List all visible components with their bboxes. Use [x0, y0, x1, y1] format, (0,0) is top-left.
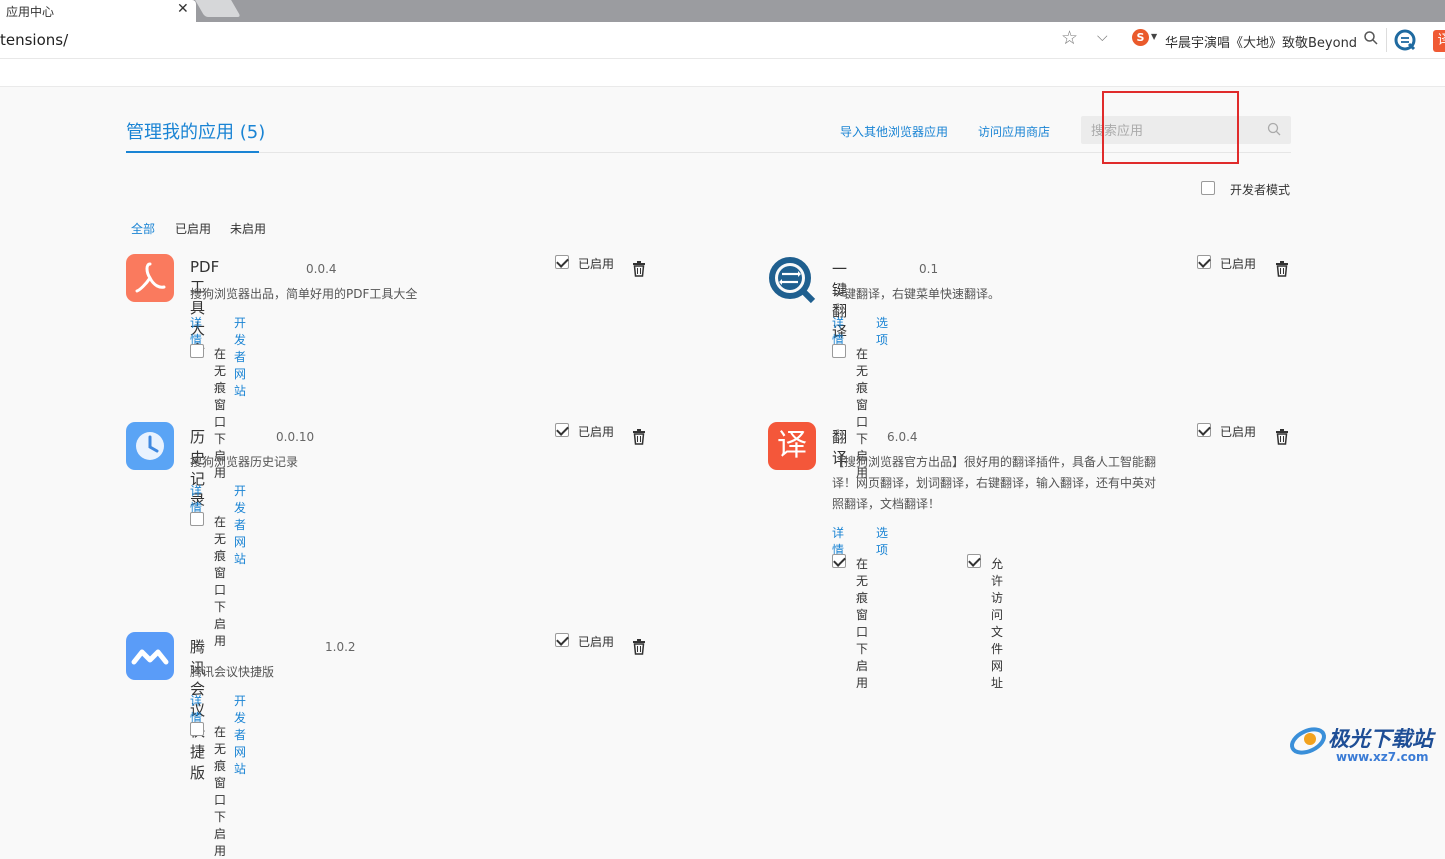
file-access-label: 允许访问文件网址 [991, 557, 1004, 690]
bookmark-bar [0, 59, 1445, 87]
file-access-checkbox[interactable] [967, 554, 981, 568]
close-tab-icon[interactable]: ✕ [177, 1, 189, 17]
watermark-url: www.xz7.com [1336, 750, 1429, 764]
quick-translate-toolbar-icon[interactable] [1394, 29, 1416, 51]
highlight-box [1102, 91, 1239, 164]
tab-title: 应用中心 [6, 5, 55, 19]
enabled-label: 已启用 [1220, 257, 1257, 271]
extension-version: 0.0.4 [306, 262, 337, 276]
enabled-checkbox[interactable] [1197, 255, 1211, 269]
details-link[interactable]: 详情 [190, 314, 202, 348]
translate-icon: 译 [768, 422, 816, 470]
trash-icon[interactable] [632, 261, 646, 277]
pdf-icon [126, 254, 174, 302]
developer-site-link[interactable]: 开发者网站 [234, 692, 246, 777]
extension-description: 腾讯会议快捷版 [190, 665, 275, 679]
enabled-label: 已启用 [578, 635, 615, 649]
incognito-label: 在无痕窗口下启用 [214, 725, 227, 858]
extension-description: 搜狗浏览器历史记录 [190, 455, 299, 469]
incognito-checkbox[interactable] [832, 554, 846, 568]
extension-version: 0.1 [919, 262, 939, 276]
watermark-logo-icon [1290, 727, 1326, 755]
sogou-search-engine-icon[interactable]: S [1132, 29, 1149, 46]
developer-mode-checkbox[interactable] [1201, 181, 1215, 195]
extension-description: 【搜狗浏览器官方出品】很好用的翻译插件，具备人工智能翻 译！网页翻译，划词翻译，… [832, 452, 1162, 515]
developer-site-link[interactable]: 开发者网站 [234, 314, 246, 399]
details-link[interactable]: 详情 [190, 692, 202, 726]
incognito-checkbox[interactable] [190, 512, 204, 526]
translate-extension-icon[interactable]: 译 [1433, 30, 1445, 52]
enabled-label: 已启用 [1220, 425, 1257, 439]
description-line: 译！网页翻译，划词翻译，右键翻译，输入翻译，还有中英对 [832, 476, 1157, 490]
search-icon[interactable] [1363, 30, 1379, 46]
extension-description: 搜狗浏览器出品，简单好用的PDF工具大全 [190, 287, 418, 301]
developer-mode-label: 开发者模式 [1230, 183, 1291, 197]
url-text[interactable]: tensions/ [0, 31, 68, 49]
details-link[interactable]: 详情 [190, 482, 202, 516]
engine-caret-icon[interactable]: ▼ [1151, 32, 1157, 41]
enabled-label: 已启用 [578, 425, 615, 439]
options-link[interactable]: 选项 [876, 314, 888, 348]
incognito-label: 在无痕窗口下启用 [856, 557, 869, 690]
bookmark-star-icon[interactable]: ☆ [1061, 27, 1078, 49]
search-icon[interactable] [1267, 122, 1281, 136]
incognito-checkbox[interactable] [190, 722, 204, 736]
title-underline [126, 151, 259, 153]
trash-icon[interactable] [1275, 261, 1289, 277]
enabled-checkbox[interactable] [1197, 423, 1211, 437]
extension-version: 6.0.4 [887, 430, 918, 444]
incognito-label: 在无痕窗口下启用 [214, 515, 227, 648]
enabled-checkbox[interactable] [555, 255, 569, 269]
enabled-checkbox[interactable] [555, 633, 569, 647]
incognito-checkbox[interactable] [190, 344, 204, 358]
toolbar-divider [1386, 28, 1387, 52]
filter-disabled[interactable]: 未启用 [230, 220, 266, 237]
import-browser-apps-link[interactable]: 导入其他浏览器应用 [840, 123, 948, 140]
tencent-meeting-icon [126, 632, 174, 680]
page-title: 管理我的应用 (5) [126, 122, 266, 143]
enabled-checkbox[interactable] [555, 423, 569, 437]
description-line: 照翻译，文档翻译！ [832, 497, 941, 511]
address-bar: tensions/ ☆ ⌵ S ▼ 华晨宇演唱《大地》致敬Beyond 译 [0, 22, 1445, 59]
active-tab[interactable]: 应用中心 ✕ [0, 0, 196, 22]
clock-icon [126, 422, 174, 470]
incognito-checkbox[interactable] [832, 344, 846, 358]
details-link[interactable]: 详情 [832, 524, 844, 558]
watermark-title: 极光下载站 [1328, 727, 1433, 751]
enabled-label: 已启用 [578, 257, 615, 271]
options-link[interactable]: 选项 [876, 524, 888, 558]
trash-icon[interactable] [632, 639, 646, 655]
trash-icon[interactable] [1275, 429, 1289, 445]
description-line: 【搜狗浏览器官方出品】很好用的翻译插件，具备人工智能翻 [832, 455, 1157, 469]
extension-description: 一键翻译，右键菜单快速翻译。 [832, 287, 1001, 301]
hot-search-text[interactable]: 华晨宇演唱《大地》致敬Beyond [1165, 32, 1357, 51]
quick-translate-icon [769, 257, 816, 304]
extension-version: 0.0.10 [276, 430, 315, 444]
trash-icon[interactable] [632, 429, 646, 445]
details-link[interactable]: 详情 [832, 314, 844, 348]
extension-version: 1.0.2 [325, 640, 356, 654]
visit-app-store-link[interactable]: 访问应用商店 [978, 123, 1050, 140]
developer-site-link[interactable]: 开发者网站 [234, 482, 246, 567]
filter-all[interactable]: 全部 [131, 220, 155, 237]
filter-enabled[interactable]: 已启用 [175, 220, 211, 237]
chevron-down-icon[interactable]: ⌵ [1097, 29, 1108, 45]
